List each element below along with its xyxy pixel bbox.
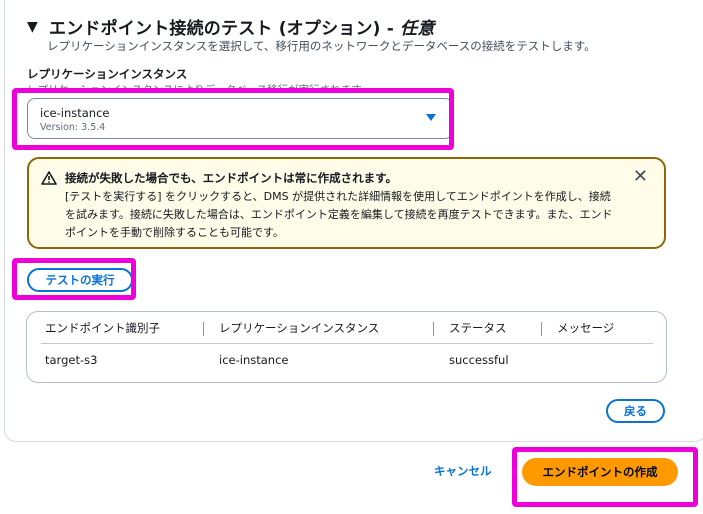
test-results-table: エンドポイント識別子 レプリケーションインスタンス ステータス メッセージ ta…: [26, 311, 667, 383]
section-title: エンドポイント接続のテスト (オプション) - 任意: [49, 19, 435, 39]
warning-alert: 接続が失敗した場合でも、エンドポイントは常に作成されます。 [テストを実行する]…: [27, 157, 666, 249]
column-header: レプリケーションインスタンス: [219, 321, 380, 335]
column-header: エンドポイント識別子: [45, 321, 160, 335]
close-icon[interactable]: ✕: [633, 168, 648, 186]
cancel-button[interactable]: キャンセル: [434, 463, 492, 479]
column-separator[interactable]: [433, 322, 434, 336]
test-connection-panel: ▼ エンドポイント接続のテスト (オプション) - 任意 レプリケーションインス…: [4, 0, 703, 442]
highlight-annotation: [512, 447, 698, 507]
caret-down-icon[interactable]: ▼: [27, 19, 41, 35]
table-cell: successful: [449, 353, 509, 367]
highlight-annotation: [12, 88, 454, 150]
section-description: レプリケーションインスタンスを選択して、移行用のネットワークとデータベースの接続…: [47, 39, 596, 53]
optional-label: 任意: [400, 19, 435, 39]
back-button[interactable]: 戻る: [606, 399, 665, 423]
column-header: ステータス: [449, 321, 507, 335]
alert-body: [テストを実行する] をクリックすると、DMS が提供された詳細情報を使用してエ…: [65, 190, 613, 239]
column-separator[interactable]: [541, 322, 542, 336]
section-header[interactable]: ▼ エンドポイント接続のテスト (オプション) - 任意: [27, 14, 435, 40]
highlight-annotation: [12, 258, 136, 300]
page: ▼ エンドポイント接続のテスト (オプション) - 任意 レプリケーションインス…: [0, 0, 703, 514]
table-cell: ice-instance: [219, 353, 289, 367]
table-cell: target-s3: [45, 353, 98, 367]
alert-title: 接続が失敗した場合でも、エンドポイントは常に作成されます。: [65, 171, 398, 185]
replication-instance-label: レプリケーションインスタンス: [27, 67, 188, 81]
column-header: メッセージ: [557, 321, 615, 335]
column-separator[interactable]: [203, 322, 204, 336]
warning-icon: [41, 171, 57, 185]
header-divider: [41, 343, 653, 344]
